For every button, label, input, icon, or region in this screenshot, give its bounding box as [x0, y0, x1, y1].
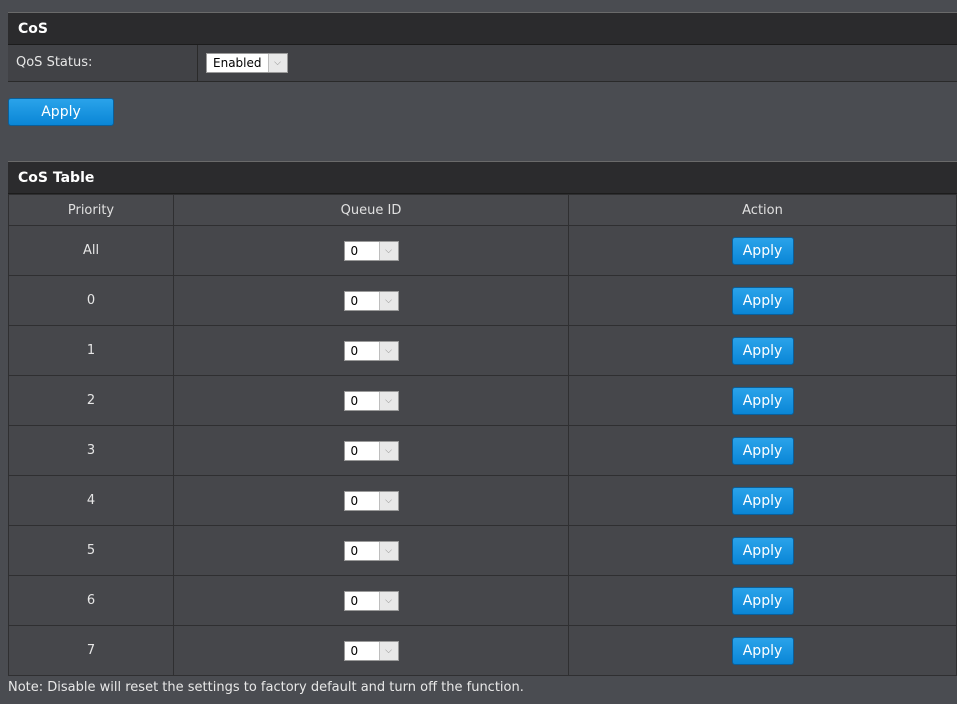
table-row: 1 0 ⌵ Apply	[8, 325, 957, 376]
priority-cell: 1	[8, 325, 174, 376]
table-row: 5 0 ⌵ Apply	[8, 525, 957, 576]
column-header-queue-id: Queue ID	[173, 194, 569, 226]
row-apply-button[interactable]: Apply	[731, 286, 794, 315]
priority-cell: 5	[8, 525, 174, 576]
column-header-action: Action	[568, 194, 957, 226]
table-row: 4 0 ⌵ Apply	[8, 475, 957, 526]
priority-cell: 2	[8, 375, 174, 426]
chevron-down-icon: ⌵	[267, 54, 287, 72]
row-apply-button[interactable]: Apply	[731, 336, 794, 365]
row-apply-button[interactable]: Apply	[731, 636, 794, 665]
cos-table: Priority Queue ID Action All 0 ⌵ Apply 0 0 ⌵ Ap…	[8, 194, 957, 676]
qos-status-row: QoS Status: Enabled ⌵	[8, 45, 957, 82]
table-row: All 0 ⌵ Apply	[8, 225, 957, 276]
chevron-down-icon: ⌵	[378, 491, 398, 510]
queue-id-select[interactable]: 0 ⌵	[343, 440, 399, 461]
row-apply-button[interactable]: Apply	[731, 386, 794, 415]
column-header-priority: Priority	[8, 194, 174, 226]
queue-id-select[interactable]: 0 ⌵	[343, 540, 399, 561]
chevron-down-icon: ⌵	[378, 391, 398, 410]
table-row: 7 0 ⌵ Apply	[8, 625, 957, 676]
chevron-down-icon: ⌵	[378, 241, 398, 260]
chevron-down-icon: ⌵	[378, 541, 398, 560]
table-row: 2 0 ⌵ Apply	[8, 375, 957, 426]
cos-header: CoS	[8, 12, 957, 45]
queue-id-select[interactable]: 0 ⌵	[343, 390, 399, 411]
row-apply-button[interactable]: Apply	[731, 236, 794, 265]
queue-id-select[interactable]: 0 ⌵	[343, 640, 399, 661]
priority-cell: 6	[8, 575, 174, 626]
priority-cell: 7	[8, 625, 174, 676]
qos-status-label: QoS Status:	[8, 45, 198, 81]
queue-id-select[interactable]: 0 ⌵	[343, 590, 399, 611]
cos-table-header: CoS Table	[8, 161, 957, 194]
priority-cell: 0	[8, 275, 174, 326]
queue-id-select[interactable]: 0 ⌵	[343, 340, 399, 361]
row-apply-button[interactable]: Apply	[731, 586, 794, 615]
chevron-down-icon: ⌵	[378, 641, 398, 660]
table-row: 3 0 ⌵ Apply	[8, 425, 957, 476]
qos-apply-button[interactable]: Apply	[8, 98, 114, 126]
queue-id-select[interactable]: 0 ⌵	[343, 240, 399, 261]
note-text: Note: Disable will reset the settings to…	[8, 680, 524, 695]
chevron-down-icon: ⌵	[378, 591, 398, 610]
priority-cell: 3	[8, 425, 174, 476]
queue-id-select[interactable]: 0 ⌵	[343, 290, 399, 311]
cos-panel: CoS QoS Status: Enabled ⌵	[8, 12, 957, 82]
table-row: 6 0 ⌵ Apply	[8, 575, 957, 626]
cos-table-panel: CoS Table Priority Queue ID Action All 0 ⌵…	[8, 161, 957, 676]
table-row: 0 0 ⌵ Apply	[8, 275, 957, 326]
row-apply-button[interactable]: Apply	[731, 436, 794, 465]
priority-cell: All	[8, 225, 174, 276]
priority-cell: 4	[8, 475, 174, 526]
chevron-down-icon: ⌵	[378, 341, 398, 360]
row-apply-button[interactable]: Apply	[731, 536, 794, 565]
chevron-down-icon: ⌵	[378, 291, 398, 310]
qos-status-select[interactable]: Enabled ⌵	[206, 53, 288, 73]
row-apply-button[interactable]: Apply	[731, 486, 794, 515]
chevron-down-icon: ⌵	[378, 441, 398, 460]
queue-id-select[interactable]: 0 ⌵	[343, 490, 399, 511]
